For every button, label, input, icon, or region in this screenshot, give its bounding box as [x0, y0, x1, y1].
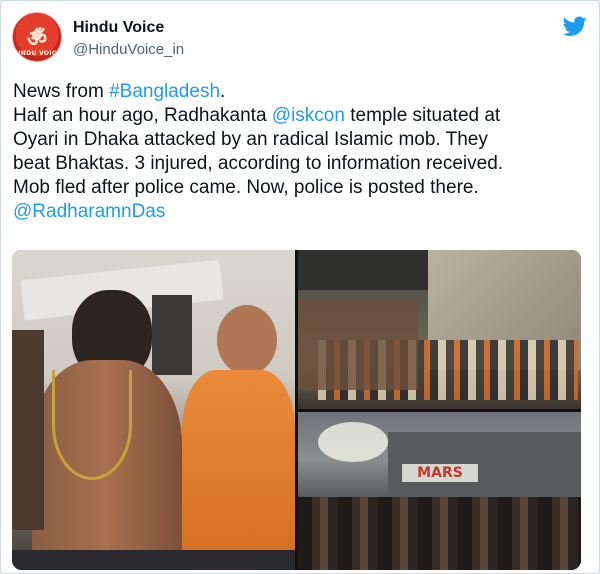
hashtag-link[interactable]: #Bangladesh — [109, 81, 220, 102]
handle[interactable]: @HinduVoice_in — [73, 40, 184, 60]
sign-text: MARS — [402, 464, 478, 482]
tweet-line: @RadharamnDas — [13, 200, 589, 224]
avatar-text: HINDU VOICE — [13, 50, 61, 57]
photo-top-right[interactable] — [298, 250, 581, 409]
tweet-line: News from #Bangladesh. — [13, 80, 589, 104]
tweet-card: ॐ HINDU VOICE Hindu Voice @HinduVoice_in… — [0, 0, 600, 574]
tweet-line: beat Bhaktas. 3 injured, according to in… — [13, 152, 589, 176]
mention-link[interactable]: @iskcon — [272, 105, 345, 126]
tweet-text-segment: . — [220, 81, 226, 102]
tweet-text-segment: News from — [13, 81, 110, 102]
author-names: Hindu Voice @HinduVoice_in — [73, 18, 184, 60]
photo-left[interactable] — [12, 250, 295, 570]
tweet-line: Oyari in Dhaka attacked by an radical Is… — [13, 128, 589, 152]
tweet-text-segment: Half an hour ago, Radhakanta — [13, 105, 272, 126]
tweet-text-segment: Oyari in Dhaka attacked by an radical Is… — [13, 129, 488, 150]
mention-link[interactable]: @RadharamnDas — [13, 201, 165, 222]
tweet-line: Mob fled after police came. Now, police … — [13, 176, 589, 200]
tweet-header: ॐ HINDU VOICE Hindu Voice @HinduVoice_in — [12, 12, 587, 64]
display-name[interactable]: Hindu Voice — [73, 18, 184, 38]
tweet-text-segment: temple situated at — [344, 105, 501, 126]
tweet-text-segment: beat Bhaktas. 3 injured, according to in… — [13, 153, 504, 174]
photo-bottom-right[interactable]: MARS — [298, 412, 581, 570]
media-grid: MARS — [12, 250, 581, 570]
tweet-text: News from #Bangladesh. Half an hour ago, … — [13, 80, 589, 224]
om-logo-icon: ॐ — [26, 27, 48, 52]
avatar[interactable]: ॐ HINDU VOICE — [12, 12, 62, 62]
twitter-bird-icon[interactable] — [563, 14, 587, 38]
tweet-line: Half an hour ago, Radhakanta @iskcon tem… — [13, 104, 589, 128]
tweet-text-segment: Mob fled after police came. Now, police … — [13, 177, 479, 198]
